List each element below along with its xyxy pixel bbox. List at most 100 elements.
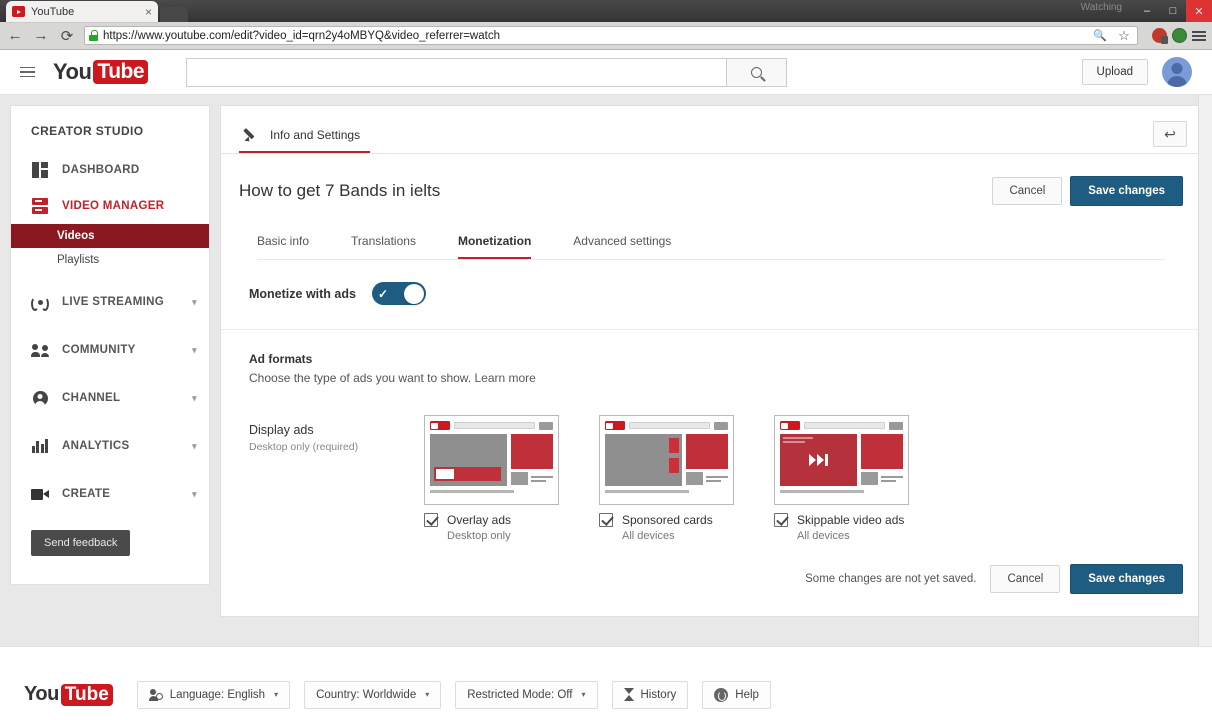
history-icon	[623, 688, 634, 701]
cancel-button-bottom[interactable]: Cancel	[990, 565, 1061, 593]
tab-close-icon[interactable]: ×	[145, 6, 152, 18]
search-input[interactable]	[186, 57, 727, 87]
mini-thumb	[511, 472, 528, 485]
overlay-ad-preview[interactable]	[424, 415, 559, 505]
overlay-ads-checkbox[interactable]	[424, 513, 438, 527]
skippable-video-ads-checkbox[interactable]	[774, 513, 788, 527]
sponsored-cards-devices: All devices	[622, 530, 675, 542]
ad-options-row: Overlay ads Desktop only Sponsored cards…	[221, 505, 1201, 542]
restricted-mode-button[interactable]: Restricted Mode: Off ▾	[455, 680, 598, 709]
tab-monetization[interactable]: Monetization	[457, 224, 532, 259]
checks-spacer	[249, 513, 424, 542]
sidebar-item-playlists[interactable]: Playlists	[11, 248, 209, 272]
page-scrollbar[interactable]	[1198, 95, 1212, 646]
url-text: https://www.youtube.com/edit?video_id=qr…	[103, 29, 500, 42]
mini-search-button	[889, 421, 903, 430]
sidebar-item-create[interactable]: CREATE ▾	[11, 476, 209, 512]
community-icon	[31, 342, 49, 358]
monetize-row: Monetize with ads ✓	[221, 260, 1201, 330]
tab-translations[interactable]: Translations	[351, 224, 416, 259]
extension-green-icon[interactable]	[1172, 28, 1187, 43]
footer-youtube-logo[interactable]: You Tube	[24, 683, 113, 706]
chevron-down-icon: ▾	[581, 690, 586, 699]
cancel-button-top[interactable]: Cancel	[992, 177, 1063, 205]
overlay-ads-label: Overlay ads	[447, 513, 512, 527]
display-ads-subtitle: Desktop only (required)	[249, 441, 359, 453]
learn-more-link[interactable]: Learn more	[474, 371, 535, 385]
save-changes-button-top[interactable]: Save changes	[1070, 176, 1183, 206]
video-manager-icon	[31, 198, 49, 214]
bookmark-star-icon[interactable]: ☆	[1115, 27, 1133, 45]
reload-icon[interactable]: ⟳	[58, 27, 76, 45]
mini-search-bar	[804, 422, 885, 429]
monetize-toggle[interactable]: ✓	[371, 282, 426, 305]
sponsored-cards-checkbox[interactable]	[599, 513, 613, 527]
browser-window: YouTube × Watching – □ ✕ ← → ⟳ https://w…	[0, 0, 1212, 720]
youtube-header: You Tube Upload	[0, 50, 1212, 95]
overlay-ads-devices: Desktop only	[447, 530, 511, 542]
page-search-icon[interactable]: 🔍	[1091, 27, 1109, 45]
sidebar-item-analytics[interactable]: ANALYTICS ▾	[11, 428, 209, 464]
guide-menu-icon[interactable]	[20, 66, 35, 78]
tab-info-and-settings[interactable]: Info and Settings	[239, 127, 371, 153]
creator-studio-sidebar: CREATOR STUDIO DASHBOARD VIDEO MANAGER V…	[10, 105, 210, 585]
new-tab-button[interactable]	[160, 7, 188, 22]
forward-icon[interactable]: →	[32, 27, 50, 45]
sidebar-item-videos[interactable]: Videos	[11, 224, 209, 248]
skippable-video-ads-card	[774, 415, 909, 505]
search-button[interactable]	[726, 57, 788, 87]
tab-title: YouTube	[31, 5, 75, 18]
browser-tab[interactable]: YouTube ×	[6, 1, 158, 22]
unsaved-changes-note: Some changes are not yet saved.	[805, 573, 977, 585]
mini-search-button	[539, 421, 553, 430]
upload-button[interactable]: Upload	[1081, 59, 1148, 85]
close-window-button[interactable]: ✕	[1186, 0, 1212, 22]
save-changes-button-bottom[interactable]: Save changes	[1070, 564, 1183, 594]
content-card: Info and Settings ↩ How to get 7 Bands i…	[220, 105, 1202, 617]
back-button[interactable]: ↩	[1153, 121, 1187, 147]
sidebar-item-live-streaming[interactable]: LIVE STREAMING ▾	[11, 284, 209, 320]
sidebar-item-dashboard[interactable]: DASHBOARD	[11, 152, 209, 188]
maximize-button[interactable]: □	[1160, 0, 1186, 22]
youtube-favicon	[12, 6, 25, 17]
history-button[interactable]: History	[611, 680, 689, 709]
restricted-mode-label: Restricted Mode: Off	[467, 688, 573, 701]
language-button[interactable]: Language: English ▾	[136, 680, 291, 709]
search-icon	[751, 66, 763, 78]
footer-logo-you-text: You	[24, 683, 59, 705]
youtube-logo[interactable]: You Tube	[53, 59, 149, 85]
analytics-icon	[31, 438, 49, 454]
title-row: How to get 7 Bands in ielts Cancel Save …	[221, 154, 1201, 206]
minimize-button[interactable]: –	[1134, 0, 1160, 22]
skip-ad-icon	[809, 454, 828, 466]
tab-basic-info[interactable]: Basic info	[257, 224, 309, 259]
tab-advanced-settings[interactable]: Advanced settings	[573, 224, 671, 259]
display-ads-column: Display ads Desktop only (required)	[249, 415, 424, 453]
address-bar[interactable]: https://www.youtube.com/edit?video_id=qr…	[84, 26, 1138, 45]
avatar[interactable]	[1162, 57, 1192, 87]
skippable-video-ads-preview[interactable]	[774, 415, 909, 505]
sidebar-item-community[interactable]: COMMUNITY ▾	[11, 332, 209, 368]
help-button[interactable]: Help	[702, 680, 771, 709]
chevron-down-icon: ▾	[192, 440, 197, 451]
back-icon[interactable]: ←	[6, 27, 24, 45]
extension-red-icon[interactable]	[1152, 28, 1168, 44]
mini-thumb	[861, 472, 878, 485]
pencil-icon	[245, 127, 260, 142]
sidebar-item-channel[interactable]: CHANNEL ▾	[11, 380, 209, 416]
search-area	[186, 57, 788, 87]
send-feedback-button[interactable]: Send feedback	[31, 530, 131, 556]
sponsored-cards-label: Sponsored cards	[622, 513, 713, 527]
sponsored-cards-preview[interactable]	[599, 415, 734, 505]
country-button[interactable]: Country: Worldwide ▾	[304, 680, 442, 709]
skippable-video-ads-devices: All devices	[797, 530, 850, 542]
help-label: Help	[735, 688, 759, 701]
mini-sidebar-ad	[686, 434, 728, 469]
browser-menu-icon[interactable]	[1192, 30, 1206, 41]
mini-youtube-logo-icon	[605, 421, 625, 430]
sidebar-item-label: VIDEO MANAGER	[62, 200, 165, 212]
skippable-video-ads-label: Skippable video ads	[797, 513, 905, 527]
ad-formats-section: Ad formats Choose the type of ads you wa…	[221, 330, 1201, 385]
sidebar-item-video-manager[interactable]: VIDEO MANAGER	[11, 188, 209, 224]
mini-title-lines	[780, 490, 864, 493]
